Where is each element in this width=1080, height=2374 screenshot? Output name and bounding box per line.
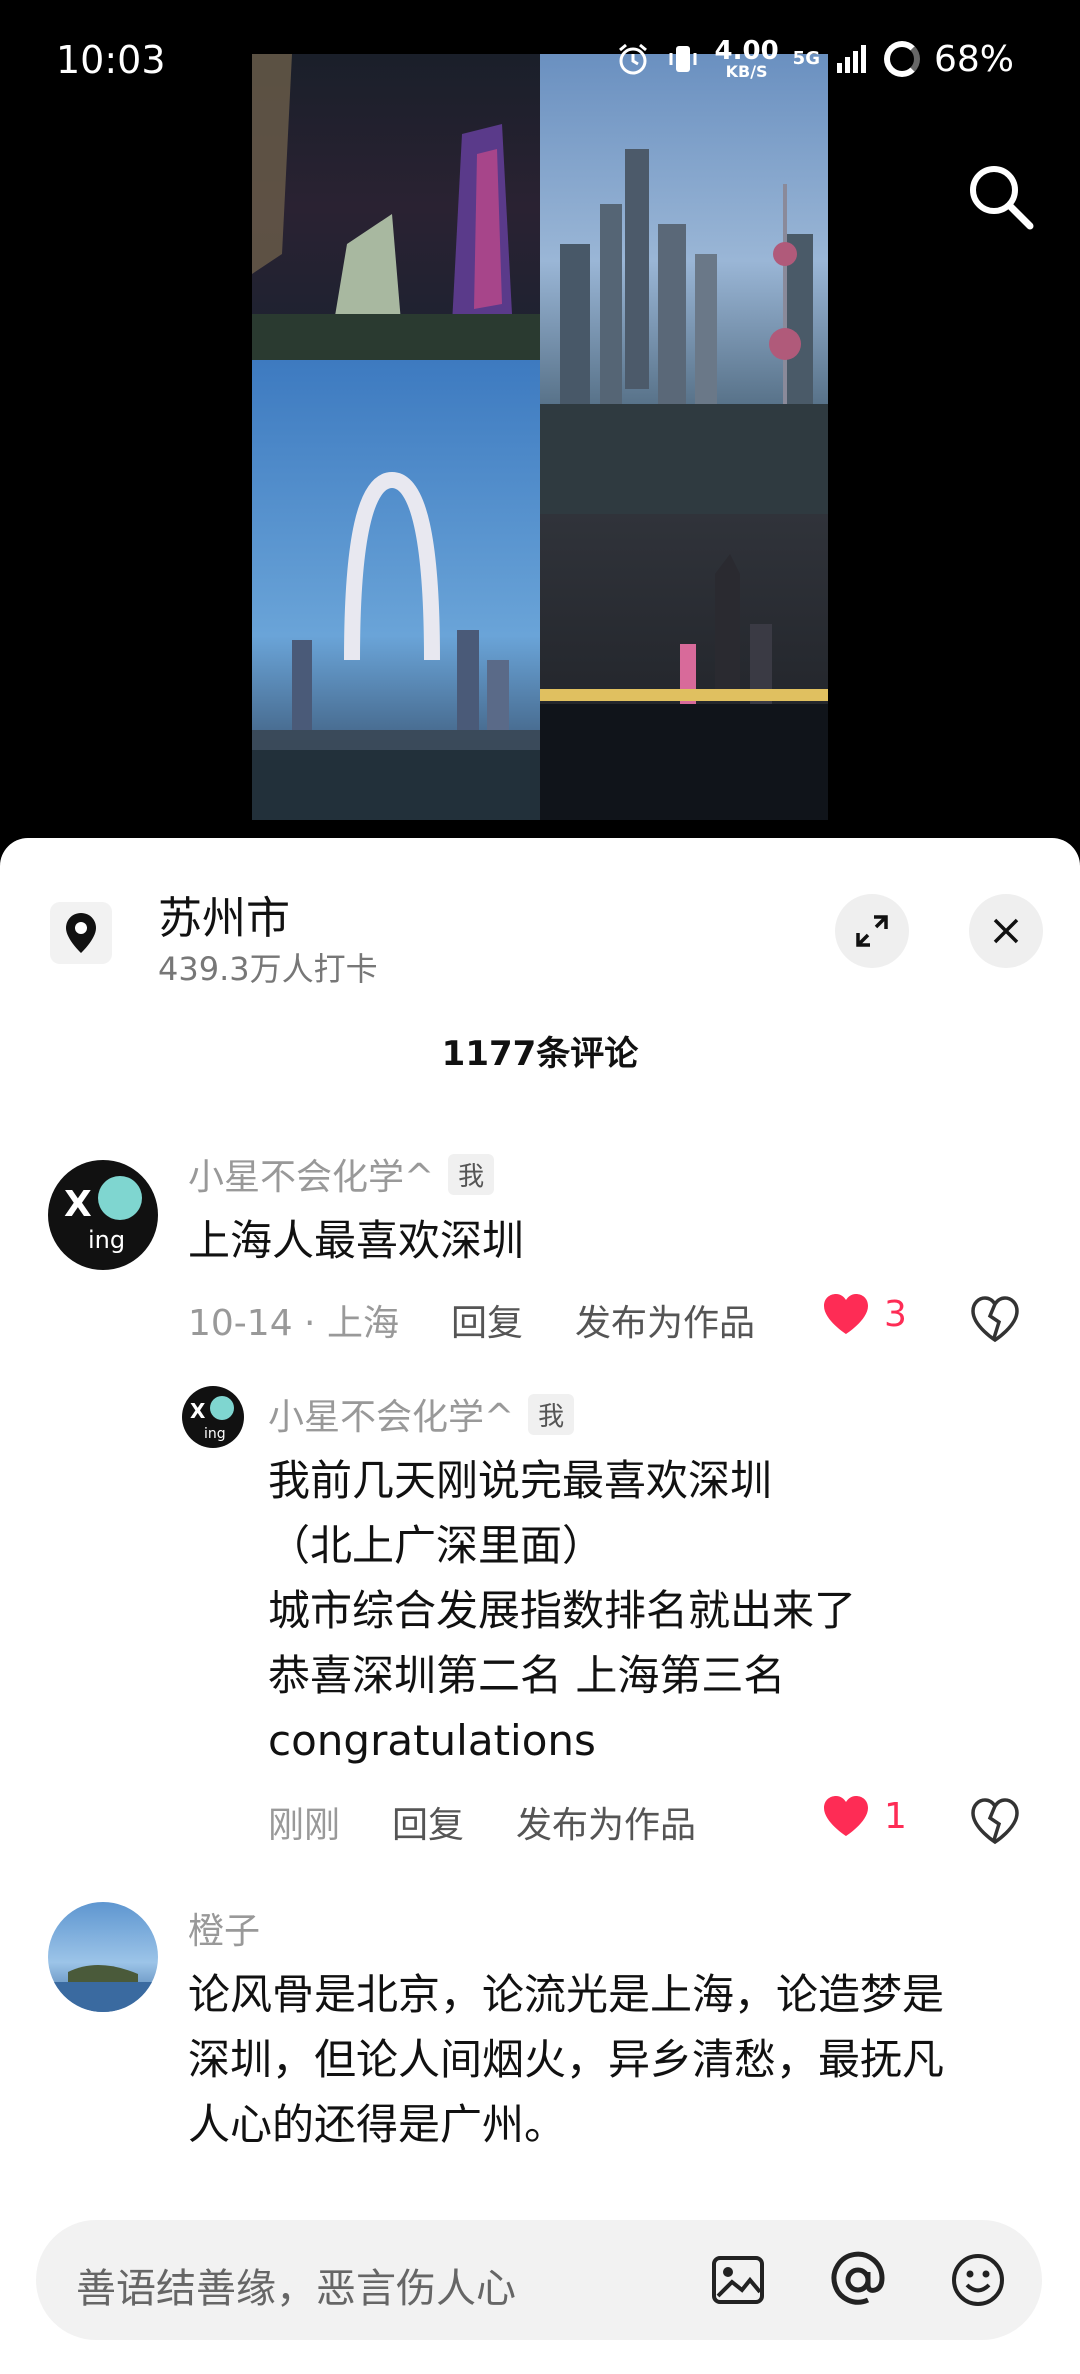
- expand-button[interactable]: [835, 894, 909, 968]
- comment-input-bar[interactable]: 善语结善缘，恶言伤人心: [36, 2220, 1042, 2340]
- heart-filled-icon: [824, 1294, 868, 1334]
- avatar[interactable]: X ing: [182, 1386, 244, 1448]
- image-icon[interactable]: [708, 2250, 768, 2310]
- like-button[interactable]: 1: [822, 1794, 907, 1838]
- avatar[interactable]: [48, 1902, 158, 2012]
- comment-text: 我前几天刚说完最喜欢深圳 （北上广深里面） 城市综合发展指数排名就出来了 恭喜深…: [268, 1456, 857, 1765]
- emoji-icon[interactable]: [948, 2250, 1008, 2310]
- comment-username[interactable]: 小星不会化学^ 我: [188, 1148, 495, 1200]
- alarm-icon: [618, 43, 647, 75]
- publish-as-post-button[interactable]: 发布为作品: [575, 1294, 755, 1346]
- svg-text:X: X: [64, 1184, 92, 1225]
- signal-icon: [836, 45, 866, 73]
- reply-button[interactable]: 回复: [451, 1294, 523, 1346]
- comment-username[interactable]: 橙子: [188, 1902, 260, 1954]
- battery-percent: 68%: [933, 38, 1014, 80]
- post-image-collage[interactable]: [252, 54, 828, 820]
- dislike-heart-icon[interactable]: [970, 1796, 1020, 1846]
- location-checkins: 439.3万人打卡: [158, 950, 378, 988]
- comment-time: 刚刚: [268, 1805, 341, 1846]
- net-speed: 4.00 KB/S: [714, 36, 779, 81]
- comment-meta: 刚刚 回复 发布为作品: [268, 1796, 696, 1848]
- status-bar: 10:03 4.00 KB/S 5G 68%: [0, 0, 1080, 130]
- battery-icon: [883, 41, 920, 77]
- comment-input-placeholder[interactable]: 善语结善缘，恶言伤人心: [76, 2256, 516, 2314]
- city-photo-shenzhen-night: [540, 514, 828, 820]
- publish-as-post-button[interactable]: 发布为作品: [516, 1796, 696, 1848]
- close-button[interactable]: [969, 894, 1043, 968]
- me-badge: 我: [448, 1153, 495, 1195]
- network-type: 5G: [792, 48, 820, 69]
- svg-text:ing: ing: [88, 1226, 125, 1254]
- comment-text: 上海人最喜欢深圳: [188, 1216, 525, 1265]
- svg-text:X: X: [190, 1399, 206, 1423]
- status-icons: 4.00 KB/S 5G 68%: [615, 38, 1014, 80]
- expand-icon: [856, 915, 888, 947]
- status-time: 10:03: [56, 38, 166, 82]
- comments-sheet: 苏州市 439.3万人打卡 1177条评论 X ing 小星不会化学^ 我 上海…: [0, 838, 1080, 2374]
- like-count: 1: [884, 1795, 907, 1837]
- avatar[interactable]: X ing: [48, 1160, 158, 1270]
- comment-text: 论风骨是北京，论流光是上海，论造梦是 深圳，但论人间烟火，异乡清愁，最抚凡 人心…: [188, 1970, 945, 2149]
- city-photo-guangzhou-bridge: [252, 360, 540, 820]
- reply-button[interactable]: 回复: [392, 1796, 464, 1848]
- like-button[interactable]: 3: [822, 1292, 907, 1336]
- like-count: 3: [884, 1293, 907, 1335]
- me-badge: 我: [528, 1393, 575, 1435]
- search-icon[interactable]: [964, 160, 1036, 232]
- mention-icon[interactable]: [828, 2250, 888, 2310]
- location-name[interactable]: 苏州市: [158, 882, 290, 946]
- svg-text:ing: ing: [204, 1426, 226, 1442]
- heart-filled-icon: [824, 1796, 868, 1836]
- vibrate-icon: [669, 46, 697, 72]
- location-pin-icon: [50, 902, 112, 964]
- dislike-heart-icon[interactable]: [970, 1294, 1020, 1344]
- close-icon: [993, 918, 1019, 944]
- comments-count-title: 1177条评论: [441, 1034, 639, 1074]
- comment-date: 10-14 · 上海: [188, 1303, 399, 1344]
- comment-meta: 10-14 · 上海 回复 发布为作品: [188, 1294, 755, 1346]
- comment-username[interactable]: 小星不会化学^ 我: [268, 1388, 575, 1440]
